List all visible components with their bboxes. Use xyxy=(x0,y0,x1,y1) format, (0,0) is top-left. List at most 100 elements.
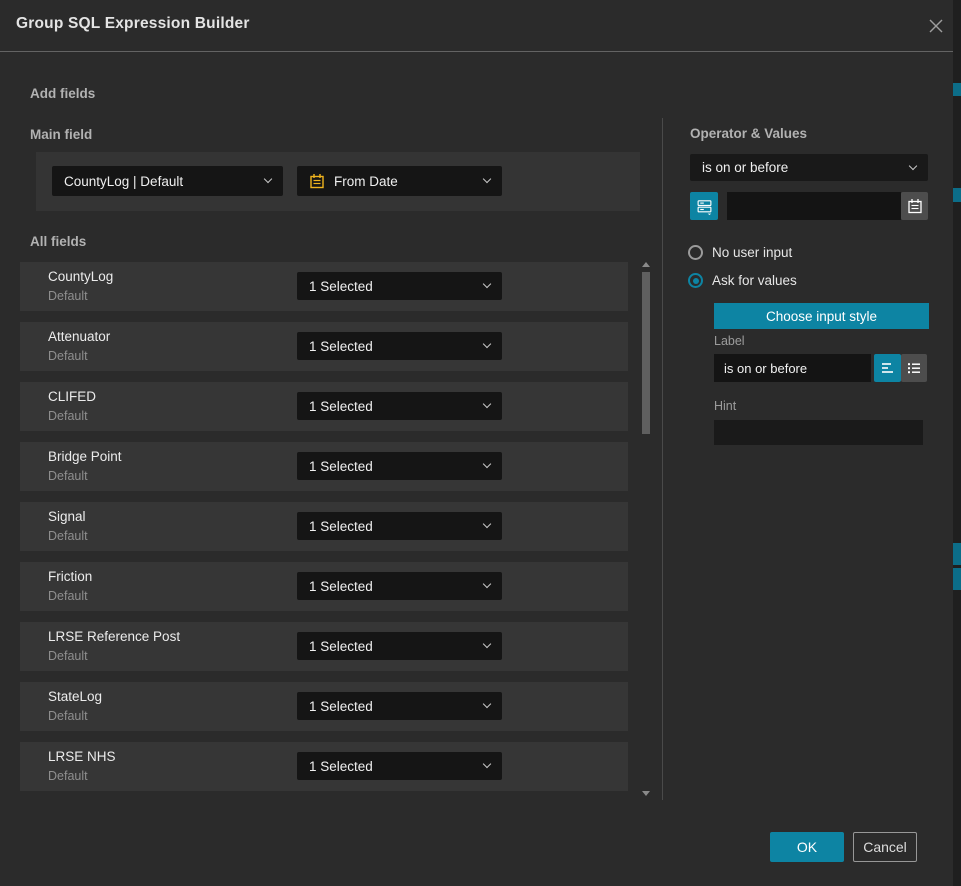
radio-ask-for-values[interactable]: Ask for values xyxy=(688,273,797,288)
field-sublabel: Default xyxy=(48,589,88,603)
align-left-icon xyxy=(880,360,896,376)
field-selected-dropdown[interactable]: 1 Selected xyxy=(297,632,502,660)
field-selected-value: 1 Selected xyxy=(309,279,373,294)
scrollbar-thumb[interactable] xyxy=(642,272,650,434)
radio-no-user-input[interactable]: No user input xyxy=(688,245,792,260)
field-name: Signal xyxy=(48,509,86,524)
hint-input[interactable] xyxy=(714,420,923,445)
chevron-down-icon xyxy=(483,760,491,768)
calendar-icon xyxy=(309,173,325,189)
date-picker-button[interactable] xyxy=(901,192,928,220)
list-style-button[interactable] xyxy=(901,354,927,382)
background-app-edge xyxy=(953,0,961,886)
field-row: StateLog Default 1 Selected xyxy=(20,682,628,731)
main-field-dropdown[interactable]: From Date xyxy=(297,166,502,196)
field-selected-dropdown[interactable]: 1 Selected xyxy=(297,332,502,360)
label-input[interactable] xyxy=(714,354,871,382)
input-type-icon xyxy=(696,198,713,215)
radio-no-user-input-label: No user input xyxy=(712,245,792,260)
operator-dropdown[interactable]: is on or before xyxy=(690,154,928,181)
chevron-down-icon xyxy=(264,175,272,183)
field-selected-value: 1 Selected xyxy=(309,459,373,474)
background-accent-fragment xyxy=(953,188,961,202)
field-selected-dropdown[interactable]: 1 Selected xyxy=(297,752,502,780)
field-selected-dropdown[interactable]: 1 Selected xyxy=(297,572,502,600)
all-fields-label: All fields xyxy=(30,234,86,249)
dialog-titlebar: Group SQL Expression Builder xyxy=(0,0,953,52)
field-sublabel: Default xyxy=(48,529,88,543)
field-name: LRSE Reference Post xyxy=(48,629,180,644)
background-accent-fragment xyxy=(953,83,961,96)
operator-values-heading: Operator & Values xyxy=(690,126,807,141)
operator-dropdown-value: is on or before xyxy=(702,160,788,175)
field-selected-value: 1 Selected xyxy=(309,639,373,654)
chevron-down-icon xyxy=(483,340,491,348)
panel-divider xyxy=(662,118,663,800)
all-fields-list: CountyLog Default 1 Selected Attenuator … xyxy=(20,262,628,802)
field-row: Friction Default 1 Selected xyxy=(20,562,628,611)
main-field-box: CountyLog | Default From Date xyxy=(36,152,640,211)
field-name: Attenuator xyxy=(48,329,110,344)
single-value-style-button[interactable] xyxy=(874,354,901,382)
calendar-icon xyxy=(907,198,923,214)
field-selected-value: 1 Selected xyxy=(309,699,373,714)
field-row: CountyLog Default 1 Selected xyxy=(20,262,628,311)
label-field-label: Label xyxy=(714,334,745,348)
chevron-down-icon xyxy=(483,460,491,468)
list-scrollbar[interactable] xyxy=(640,258,653,800)
field-sublabel: Default xyxy=(48,649,88,663)
input-type-button[interactable] xyxy=(690,192,718,220)
field-sublabel: Default xyxy=(48,769,88,783)
chevron-down-icon xyxy=(483,640,491,648)
field-row: LRSE Reference Post Default 1 Selected xyxy=(20,622,628,671)
field-selected-dropdown[interactable]: 1 Selected xyxy=(297,452,502,480)
hint-field-label: Hint xyxy=(714,399,736,413)
field-selected-value: 1 Selected xyxy=(309,399,373,414)
field-name: LRSE NHS xyxy=(48,749,116,764)
value-input[interactable] xyxy=(727,192,901,220)
field-selected-dropdown[interactable]: 1 Selected xyxy=(297,512,502,540)
field-selected-dropdown[interactable]: 1 Selected xyxy=(297,692,502,720)
chevron-down-icon xyxy=(483,400,491,408)
field-selected-dropdown[interactable]: 1 Selected xyxy=(297,392,502,420)
field-row: Bridge Point Default 1 Selected xyxy=(20,442,628,491)
ok-button[interactable]: OK xyxy=(770,832,844,862)
scroll-down-icon[interactable] xyxy=(642,791,650,796)
dialog-title: Group SQL Expression Builder xyxy=(16,15,250,33)
chevron-down-icon xyxy=(483,280,491,288)
field-row: CLIFED Default 1 Selected xyxy=(20,382,628,431)
field-selected-value: 1 Selected xyxy=(309,519,373,534)
field-name: Bridge Point xyxy=(48,449,122,464)
main-layer-dropdown-value: CountyLog | Default xyxy=(64,174,183,189)
field-selected-value: 1 Selected xyxy=(309,579,373,594)
field-row: Attenuator Default 1 Selected xyxy=(20,322,628,371)
chevron-down-icon xyxy=(909,161,917,169)
field-selected-dropdown[interactable]: 1 Selected xyxy=(297,272,502,300)
field-sublabel: Default xyxy=(48,469,88,483)
chevron-down-icon xyxy=(483,700,491,708)
field-sublabel: Default xyxy=(48,709,88,723)
field-name: CountyLog xyxy=(48,269,113,284)
close-button[interactable] xyxy=(926,16,946,36)
background-accent-fragment xyxy=(953,568,961,590)
cancel-button[interactable]: Cancel xyxy=(853,832,917,862)
bullet-list-icon xyxy=(906,360,922,376)
field-sublabel: Default xyxy=(48,409,88,423)
choose-input-style-button[interactable]: Choose input style xyxy=(714,303,929,329)
chevron-down-icon xyxy=(483,580,491,588)
main-field-label: Main field xyxy=(30,127,92,142)
radio-circle[interactable] xyxy=(688,245,703,260)
background-accent-fragment xyxy=(953,543,961,565)
group-sql-expression-builder-dialog: Group SQL Expression Builder Add fields … xyxy=(0,0,961,886)
main-layer-dropdown[interactable]: CountyLog | Default xyxy=(52,166,283,196)
field-name: StateLog xyxy=(48,689,102,704)
chevron-down-icon xyxy=(483,175,491,183)
field-selected-value: 1 Selected xyxy=(309,759,373,774)
scroll-up-icon[interactable] xyxy=(642,262,650,267)
radio-circle-selected[interactable] xyxy=(688,273,703,288)
field-name: Friction xyxy=(48,569,92,584)
add-fields-heading: Add fields xyxy=(30,86,95,101)
radio-ask-for-values-label: Ask for values xyxy=(712,273,797,288)
field-name: CLIFED xyxy=(48,389,96,404)
field-selected-value: 1 Selected xyxy=(309,339,373,354)
